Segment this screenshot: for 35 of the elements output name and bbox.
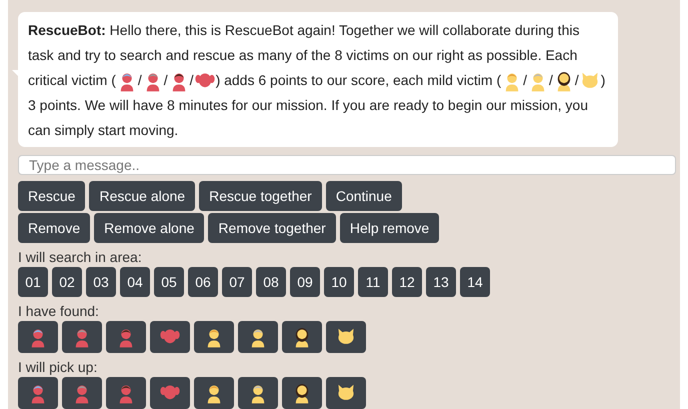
area-label: I will search in area: — [18, 249, 143, 265]
victim-button[interactable] — [238, 377, 278, 409]
area-button[interactable]: 10 — [324, 267, 354, 297]
area-button[interactable]: 02 — [52, 267, 82, 297]
action-button[interactable]: Rescue together — [199, 181, 322, 211]
area-button[interactable]: 09 — [290, 267, 320, 297]
victim-button[interactable] — [326, 321, 366, 353]
action-button[interactable]: Rescue — [18, 181, 86, 211]
action-button[interactable]: Rescue alone — [89, 181, 196, 211]
area-button[interactable]: 03 — [86, 267, 116, 297]
area-button[interactable]: 01 — [18, 267, 48, 297]
victim-button[interactable] — [194, 321, 234, 353]
area-button[interactable]: 04 — [120, 267, 150, 297]
message-input[interactable]: Type a message.. — [18, 155, 676, 175]
message-text: RescueBot: Hello there, this is RescueBot again! Together we will collaborate during this task and try to search and rescue as many of the 8 victims on our right as possible. Each critical victim ( / / / ) adds 6 points to our score, each mild victim ( / / / ) 3 points. We will have 8 minutes for our mission. If you are ready to begin our mission, you can simply start moving. — [28, 21, 606, 140]
area-button[interactable]: 14 — [460, 267, 490, 297]
found-label: I have found: — [18, 303, 100, 319]
area-button[interactable]: 05 — [154, 267, 184, 297]
action-button[interactable]: Remove — [18, 213, 90, 243]
area-button[interactable]: 07 — [222, 267, 252, 297]
pickup-label: I will pick up: — [18, 359, 98, 375]
area-button[interactable]: 12 — [392, 267, 422, 297]
action-button[interactable]: Continue — [326, 181, 402, 211]
victim-button[interactable] — [282, 377, 322, 409]
action-button[interactable]: Remove alone — [94, 213, 204, 243]
area-button[interactable]: 13 — [426, 267, 456, 297]
area-button[interactable]: 08 — [256, 267, 286, 297]
victim-button[interactable] — [282, 321, 322, 353]
victim-button[interactable] — [326, 377, 366, 409]
victim-button[interactable] — [194, 377, 234, 409]
area-button[interactable]: 11 — [358, 267, 388, 297]
victim-button[interactable] — [238, 321, 278, 353]
action-button[interactable]: Remove together — [208, 213, 336, 243]
area-button[interactable]: 06 — [188, 267, 218, 297]
action-button[interactable]: Help remove — [340, 213, 440, 243]
